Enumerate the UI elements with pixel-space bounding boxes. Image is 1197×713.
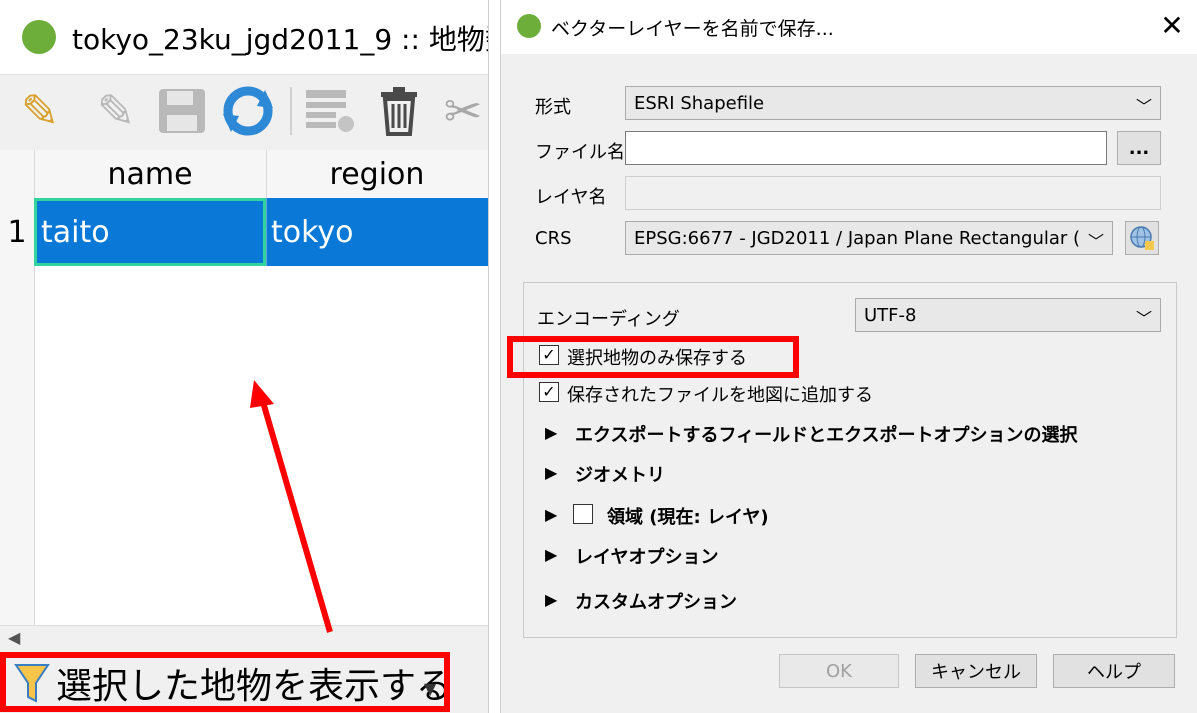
cancel-button[interactable]: キャンセル — [915, 654, 1037, 688]
delete-feature-icon[interactable] — [372, 83, 426, 139]
table-cell-region[interactable]: tokyo — [266, 198, 488, 266]
format-label: 形式 — [535, 97, 571, 118]
refresh-arrows-icon — [223, 86, 273, 136]
ok-button[interactable]: OK — [779, 654, 899, 688]
crs-label: CRS — [535, 228, 572, 249]
toolbar-separator — [290, 87, 292, 135]
scroll-left-arrow-icon[interactable]: ◀ — [8, 628, 20, 647]
row-header-gutter — [0, 266, 35, 625]
chevron-down-icon: ﹀ — [1135, 309, 1152, 328]
trash-can-icon — [381, 87, 417, 136]
filename-input[interactable] — [625, 131, 1107, 165]
toggle-editing-pencil-icon[interactable]: ✎ — [12, 83, 68, 139]
table-cell-name[interactable]: taito — [34, 198, 266, 266]
attribute-table-window: tokyo_23ku_jgd2011_9 :: 地物数 合 ✎ ✎ — [0, 0, 489, 713]
column-header-name[interactable]: name — [34, 150, 267, 198]
add-feature-icon[interactable] — [300, 83, 360, 139]
expand-triangle-icon[interactable]: ▶ — [545, 423, 557, 442]
crs-value: EPSG:6677 - JGD2011 / Japan Plane Rectan… — [634, 227, 1081, 249]
dialog-titlebar: ベクターレイヤーを名前で保存... ✕ — [501, 0, 1197, 54]
encoding-label: エンコーディング — [537, 309, 680, 330]
chevron-down-icon: ﹀ — [1135, 97, 1152, 116]
encoding-value: UTF-8 — [864, 304, 917, 326]
save-edits-icon[interactable] — [154, 83, 210, 139]
expand-triangle-icon[interactable]: ▶ — [545, 505, 557, 524]
section-extent[interactable]: 領域 (現在: レイヤ) — [607, 503, 769, 529]
crs-selector-button[interactable] — [1125, 221, 1159, 255]
dialog-title: ベクターレイヤーを名前で保存... — [551, 18, 834, 40]
qgis-logo-icon — [517, 14, 541, 38]
multi-edit-icon[interactable]: ✎ — [86, 83, 146, 139]
table-gear-icon — [306, 90, 354, 132]
annotation-highlight-box — [0, 652, 450, 712]
attribute-table-toolbar: ✎ ✎ ✂ — [0, 74, 488, 151]
cut-scissors-icon[interactable]: ✂ — [438, 83, 488, 139]
expand-triangle-icon[interactable]: ▶ — [545, 590, 557, 609]
column-header-region[interactable]: region — [266, 150, 488, 198]
section-custom-options[interactable]: カスタムオプション — [575, 588, 737, 614]
crs-select[interactable]: EPSG:6677 - JGD2011 / Japan Plane Rectan… — [625, 221, 1113, 255]
save-floppy-icon — [159, 89, 205, 133]
expand-triangle-icon[interactable]: ▶ — [545, 463, 557, 482]
help-button[interactable]: ヘルプ — [1053, 654, 1175, 688]
encoding-select[interactable]: UTF-8 ﹀ — [855, 298, 1161, 332]
section-geometry[interactable]: ジオメトリ — [575, 461, 665, 487]
attribute-table-grid: name region 1 taito tokyo — [0, 150, 488, 625]
attribute-table-title: tokyo_23ku_jgd2011_9 :: 地物数 合 — [72, 23, 488, 56]
add-to-map-checkbox[interactable]: ✓ — [539, 382, 559, 402]
row-number-1[interactable]: 1 — [0, 198, 35, 266]
extent-checkbox[interactable] — [573, 504, 593, 524]
layername-label: レイヤ名 — [535, 187, 607, 208]
reload-icon[interactable] — [220, 83, 276, 139]
attribute-table-titlebar: tokyo_23ku_jgd2011_9 :: 地物数 合 — [0, 0, 488, 74]
add-to-map-label[interactable]: 保存されたファイルを地図に追加する — [567, 381, 873, 407]
qgis-logo-icon — [22, 20, 56, 54]
filename-label: ファイル名 — [535, 142, 625, 163]
annotation-highlight-box — [507, 336, 799, 378]
section-layer-options[interactable]: レイヤオプション — [575, 543, 718, 569]
horizontal-scrollbar[interactable]: ◀ — [0, 625, 488, 652]
layername-input[interactable] — [625, 176, 1161, 210]
chevron-down-icon: ﹀ — [1087, 228, 1104, 252]
format-select[interactable]: ESRI Shapefile ﹀ — [625, 86, 1161, 120]
browse-button[interactable]: ... — [1117, 131, 1161, 165]
globe-icon — [1130, 226, 1154, 250]
row-header-corner[interactable] — [0, 150, 35, 198]
format-value: ESRI Shapefile — [634, 92, 765, 114]
expand-triangle-icon[interactable]: ▶ — [545, 545, 557, 564]
section-fields[interactable]: エクスポートするフィールドとエクスポートオプションの選択 — [575, 421, 1078, 447]
save-vector-layer-dialog: ベクターレイヤーを名前で保存... ✕ 形式 ESRI Shapefile ﹀ … — [500, 0, 1197, 713]
close-icon[interactable]: ✕ — [1157, 8, 1187, 42]
